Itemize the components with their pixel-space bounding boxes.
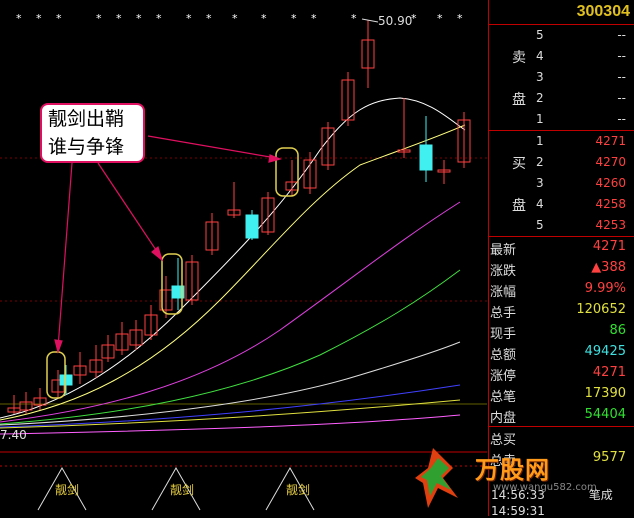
sell-level: 3 xyxy=(536,70,544,84)
stat-key: 涨停 xyxy=(490,369,517,384)
signal-highlights xyxy=(46,147,299,399)
signal-label-3: 靓剑 xyxy=(286,483,311,497)
buy-price: 4258 xyxy=(595,197,626,211)
buy-price: 4270 xyxy=(595,155,626,169)
stat-value: 49425 xyxy=(584,344,626,359)
high-price-label: 50.90 xyxy=(378,14,413,28)
buy-level: 2 xyxy=(536,155,544,169)
sell-price: -- xyxy=(617,112,626,126)
annotation-callout: 靓剑出鞘 谁与争锋 xyxy=(40,103,145,163)
marker: * xyxy=(116,12,122,25)
sell-level: 2 xyxy=(536,91,544,105)
buy-price: 4260 xyxy=(595,176,626,190)
stat-key: 总笔 xyxy=(490,390,517,405)
stat-value: 120652 xyxy=(576,302,626,317)
marker: * xyxy=(96,12,102,25)
marker: * xyxy=(136,12,142,25)
marker: * xyxy=(16,12,22,25)
stat-row: 涨跌 ▲388 xyxy=(489,258,634,279)
quote-stats: 最新 4271 涨跌 ▲388 涨幅 9.99% 总手 120652 现手 86 总额 49425 涨停… xyxy=(489,237,634,469)
stat-value: 86 xyxy=(609,323,626,338)
stat-key: 内盘 xyxy=(490,411,517,426)
sell-row: 1 -- xyxy=(489,109,634,130)
highlight-box-3 xyxy=(275,147,299,197)
candle-body xyxy=(245,214,259,239)
marker: * xyxy=(311,12,317,25)
sell-level: 5 xyxy=(536,28,544,42)
stock-code[interactable]: 300304 xyxy=(489,0,634,25)
sell-row: 4 -- xyxy=(489,46,634,67)
buy-level: 5 xyxy=(536,218,544,232)
stat-value: 54404 xyxy=(584,407,626,422)
stat-key: 总手 xyxy=(490,306,517,321)
callout-line-2: 谁与争锋 xyxy=(48,136,125,158)
sell-price: -- xyxy=(617,49,626,63)
stat-row: 内盘 54404 xyxy=(489,405,634,426)
sell-price: -- xyxy=(617,28,626,42)
stat-key: 最新 xyxy=(490,243,517,258)
stat-value: 4271 xyxy=(592,239,626,254)
signal-label-1: 靓剑 xyxy=(55,483,80,497)
callout-line-1: 靓剑出鞘 xyxy=(48,108,125,130)
sell-price: -- xyxy=(617,91,626,105)
marker: * xyxy=(36,12,42,25)
callout-pointers xyxy=(54,135,282,355)
stat-row: 最新 4271 xyxy=(489,237,634,258)
low-price-label: 7.40 xyxy=(0,428,27,442)
grid-lines xyxy=(0,157,487,302)
buy-row: 4 4258 xyxy=(489,194,634,215)
marker: * xyxy=(156,12,162,25)
marker: * xyxy=(206,12,212,25)
stat-key: 现手 xyxy=(490,327,517,342)
sell-orders: 卖 盘 5 -- 4 -- 3 -- 2 -- 1 -- xyxy=(489,25,634,131)
stat-value: 4271 xyxy=(592,365,626,380)
buy-price: 4271 xyxy=(595,134,626,148)
marker: * xyxy=(437,12,443,25)
marker: * xyxy=(291,12,297,25)
sell-level: 4 xyxy=(536,49,544,63)
signal-label-2: 靓剑 xyxy=(170,483,195,497)
candle-body xyxy=(59,374,73,386)
watermark-logo-icon xyxy=(415,448,458,508)
site-watermark: 万股网 www.wangu582.com xyxy=(413,438,634,516)
sell-row: 2 -- xyxy=(489,88,634,109)
buy-level: 3 xyxy=(536,176,544,190)
stat-row: 现手 86 xyxy=(489,321,634,342)
buy-price: 4253 xyxy=(595,218,626,232)
stat-key: 涨幅 xyxy=(490,285,517,300)
marker: * xyxy=(232,12,238,25)
stat-key: 总额 xyxy=(490,348,517,363)
buy-row: 1 4271 xyxy=(489,131,634,152)
sell-row: 3 -- xyxy=(489,67,634,88)
stat-value: 9.99% xyxy=(584,281,626,296)
marker: * xyxy=(186,12,192,25)
sell-row: 5 -- xyxy=(489,25,634,46)
stat-value: ▲388 xyxy=(591,260,626,275)
stat-row: 涨幅 9.99% xyxy=(489,279,634,300)
stat-row: 总笔 17390 xyxy=(489,384,634,405)
buy-level: 4 xyxy=(536,197,544,211)
ma-line xyxy=(0,201,461,423)
marker: * xyxy=(261,12,267,25)
candle-body xyxy=(419,144,433,171)
stat-row: 总额 49425 xyxy=(489,342,634,363)
stat-row: 涨停 4271 xyxy=(489,363,634,384)
stat-key: 涨跌 xyxy=(490,264,517,279)
stat-value: 17390 xyxy=(584,386,626,401)
marker: * xyxy=(351,12,357,25)
stat-row: 总手 120652 xyxy=(489,300,634,321)
sell-level: 1 xyxy=(536,112,544,126)
marker: * xyxy=(56,12,62,25)
watermark-url: www.wangu582.com xyxy=(493,482,597,493)
buy-orders: 买 盘 1 4271 2 4270 3 4260 4 4258 5 4253 xyxy=(489,131,634,237)
buy-level: 1 xyxy=(536,134,544,148)
sell-price: -- xyxy=(617,70,626,84)
watermark-text: 万股网 xyxy=(475,456,550,484)
marker: * xyxy=(457,12,463,25)
buy-row: 5 4253 xyxy=(489,215,634,236)
buy-row: 2 4270 xyxy=(489,152,634,173)
buy-row: 3 4260 xyxy=(489,173,634,194)
